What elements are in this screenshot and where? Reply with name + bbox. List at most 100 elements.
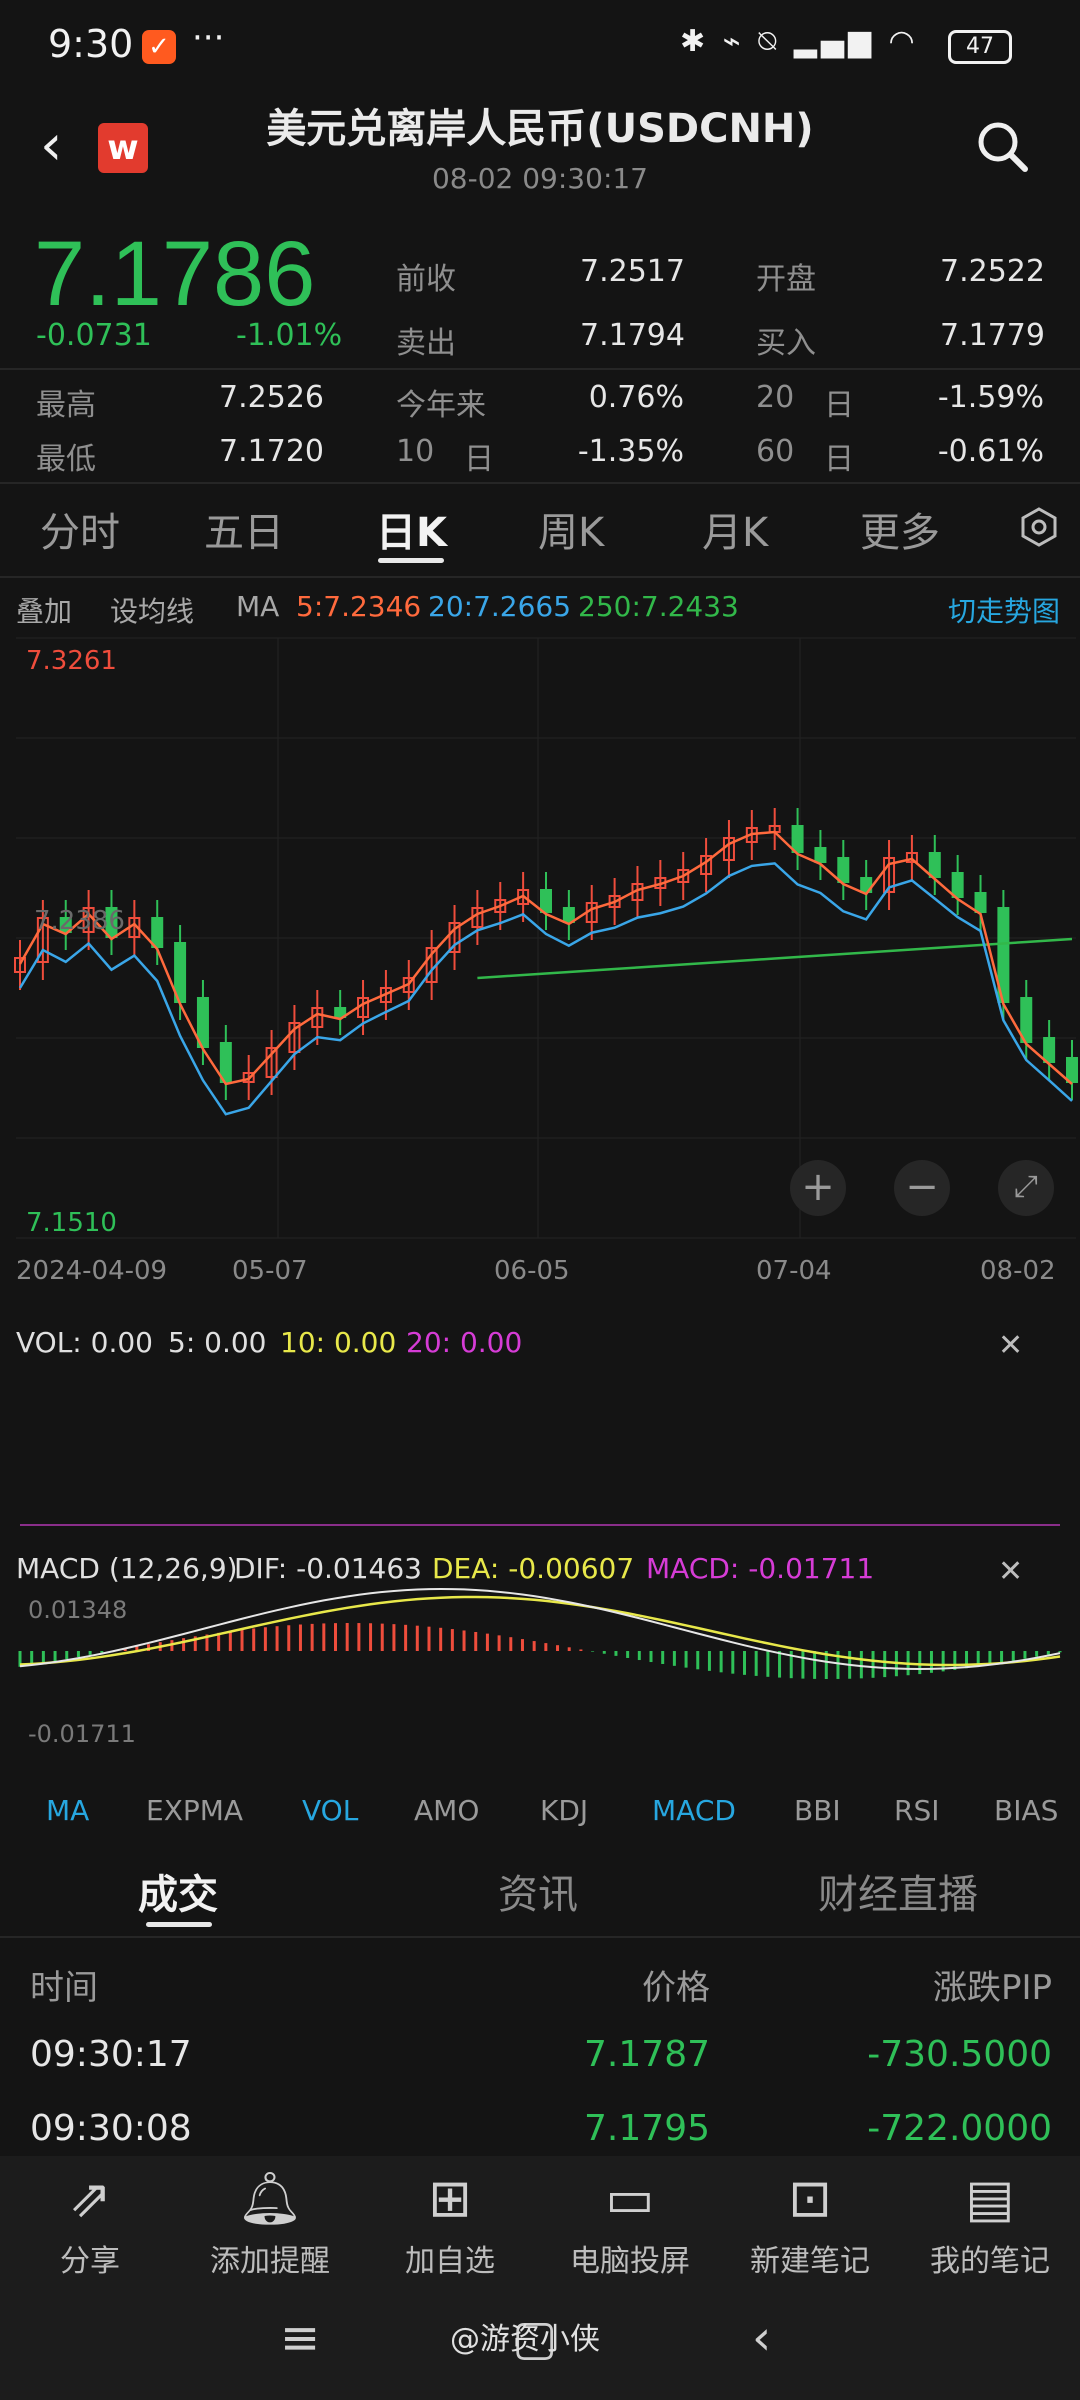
cast-screen-icon: ▭: [605, 2169, 655, 2229]
price-change: -0.0731: [36, 318, 152, 353]
indicator-kdj[interactable]: KDJ: [540, 1794, 588, 1827]
vol-label: VOL: 0.00: [16, 1326, 153, 1359]
candle-body: [928, 852, 941, 878]
tab-five-day[interactable]: 五日: [204, 500, 284, 558]
tab-live[interactable]: 财经直播: [818, 1862, 978, 1920]
divider: [0, 368, 1080, 370]
ma-label: MA: [236, 590, 280, 623]
divider: [0, 1936, 1080, 1938]
tab-daily-k[interactable]: 日K: [376, 500, 447, 558]
battery-icon: 47: [948, 30, 1012, 64]
field-label: 买入: [756, 326, 816, 361]
field-label: 卖出: [396, 326, 456, 361]
page-timestamp: 08-02 09:30:17: [431, 162, 648, 195]
price-change-pct: -1.01%: [236, 318, 343, 353]
field-label: 前收: [396, 262, 456, 297]
vol-baseline: [20, 1524, 1060, 1526]
indicator-bias[interactable]: BIAS: [994, 1794, 1058, 1827]
col-pip: 涨跌PIP: [932, 1968, 1052, 2008]
overlay-button[interactable]: 叠加: [16, 590, 72, 630]
add-alert-button[interactable]: 🔔︎ 添加提醒: [180, 2164, 360, 2280]
indicator-macd[interactable]: MACD: [652, 1794, 736, 1827]
add-watchlist-icon: ⊞: [428, 2169, 472, 2229]
stat-value: -1.59%: [937, 380, 1044, 415]
field-value: 7.1779: [940, 318, 1045, 353]
macd-value: MACD: -0.01711: [646, 1552, 875, 1585]
indicator-amo[interactable]: AMO: [414, 1794, 479, 1827]
indicator-ma[interactable]: MA: [46, 1794, 89, 1827]
set-ma-button[interactable]: 设均线: [110, 590, 194, 630]
ma5-value: 5:7.2346: [296, 590, 422, 623]
crosshair-price-label: 7.2386: [34, 906, 125, 936]
content-tab-indicator: [146, 1922, 212, 1927]
close-macd-icon[interactable]: ✕: [998, 1554, 1023, 1589]
stat-value: 7.2526: [219, 380, 324, 415]
candle-body: [151, 917, 164, 948]
share-button[interactable]: ⇗ 分享: [0, 2164, 180, 2280]
menu-nav-icon[interactable]: ≡: [280, 2310, 320, 2366]
tab-trades[interactable]: 成交: [138, 1862, 218, 1920]
x-axis-label: 06-05: [494, 1256, 570, 1286]
stat-label: 10: [396, 434, 435, 469]
chart-settings-icon[interactable]: [1018, 506, 1060, 548]
candle-body: [837, 857, 850, 883]
y-max-label: 7.3261: [26, 646, 117, 676]
tab-news[interactable]: 资讯: [498, 1862, 578, 1920]
dea-line: [19, 1595, 1061, 1667]
close-vol-icon[interactable]: ✕: [998, 1328, 1023, 1363]
candle-body: [219, 1042, 232, 1083]
divider: [0, 482, 1080, 484]
x-axis-label: 05-07: [232, 1256, 308, 1286]
trade-pip: -722.0000: [867, 2108, 1052, 2149]
tab-weekly-k[interactable]: 周K: [538, 500, 604, 558]
tab-intraday[interactable]: 分时: [40, 500, 120, 558]
field-label: 开盘: [756, 262, 816, 297]
last-price: 7.1786: [34, 223, 316, 325]
indicator-expma[interactable]: EXPMA: [146, 1794, 243, 1827]
indicator-rsi[interactable]: RSI: [894, 1794, 940, 1827]
add-watchlist-button[interactable]: ⊞ 加自选: [360, 2164, 540, 2280]
macd-label: MACD (12,26,9): [16, 1552, 238, 1585]
zoom-in-button[interactable]: +: [790, 1160, 846, 1216]
macd-y-bottom: -0.01711: [28, 1720, 136, 1748]
watermark: @游资小侠: [450, 2322, 600, 2357]
new-note-icon: ⊡: [788, 2169, 832, 2229]
macd-chart: [18, 1588, 1062, 1679]
status-time: 9:30: [48, 22, 134, 66]
back-nav-icon[interactable]: ‹: [752, 2310, 771, 2366]
stat-value: -0.61%: [937, 434, 1044, 469]
cast-screen-button[interactable]: ▭ 电脑投屏: [540, 2164, 720, 2280]
more-notifications-icon: ···: [192, 18, 225, 58]
search-icon[interactable]: [974, 118, 1030, 174]
stat-label: 20: [756, 380, 795, 415]
fullscreen-icon[interactable]: ⤢: [998, 1160, 1054, 1216]
trade-price: 7.1795: [584, 2108, 710, 2149]
zoom-out-button[interactable]: −: [894, 1160, 950, 1216]
macd-dif: DIF: -0.01463: [234, 1552, 422, 1585]
field-value: 7.1794: [580, 318, 685, 353]
stat-value: 7.1720: [219, 434, 324, 469]
candle-body: [540, 889, 552, 913]
tab-monthly-k[interactable]: 月K: [702, 500, 768, 558]
status-bar: 9:30 ✓ ··· ✱ ⌁ ⍉ ▂▄▆ ◠ 47: [0, 0, 1080, 96]
stat-unit: 日: [824, 388, 854, 423]
switch-trend-button[interactable]: 切走势图: [948, 590, 1060, 630]
col-time: 时间: [30, 1968, 98, 2008]
candle-body: [951, 872, 964, 898]
share-icon: ⇗: [68, 2169, 112, 2229]
vol-ma20: 20: 0.00: [406, 1326, 523, 1359]
ma250-value: 250:7.2433: [578, 590, 739, 623]
x-axis-label: 08-02: [980, 1256, 1056, 1286]
trade-time: 09:30:17: [30, 2034, 192, 2075]
tab-more[interactable]: 更多: [860, 500, 940, 558]
my-notes-button[interactable]: ▤ 我的笔记: [900, 2164, 1080, 2280]
stat-label: 最低: [36, 442, 96, 477]
trade-time: 09:30:08: [30, 2108, 192, 2149]
indicator-bbi[interactable]: BBI: [794, 1794, 841, 1827]
trade-price: 7.1787: [584, 2034, 710, 2075]
new-note-button[interactable]: ⊡ 新建笔记: [720, 2164, 900, 2280]
macd-dea: DEA: -0.00607: [432, 1552, 635, 1585]
x-axis-label: 2024-04-09: [16, 1256, 168, 1286]
candle-body: [1066, 1057, 1078, 1083]
indicator-vol[interactable]: VOL: [302, 1794, 358, 1827]
